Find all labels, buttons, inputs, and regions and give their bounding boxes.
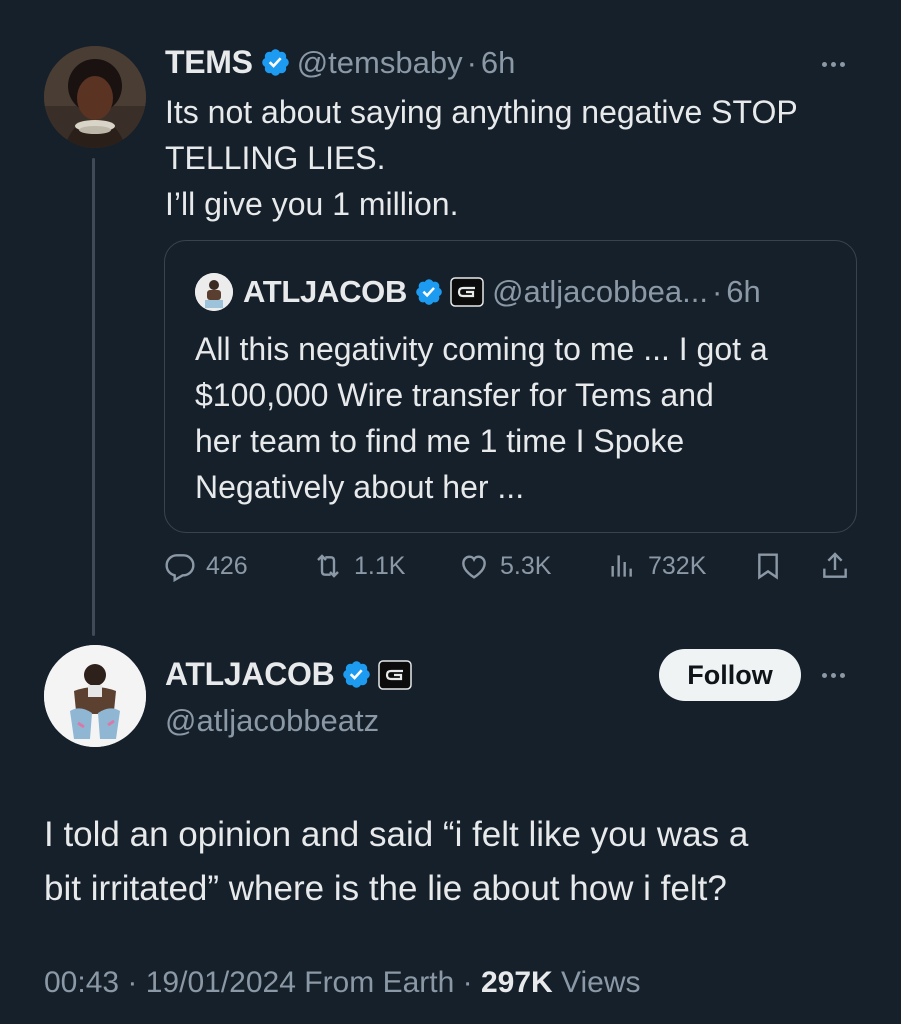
more-icon[interactable] <box>822 62 845 67</box>
quoted-tweet-card[interactable]: ATLJACOB @atljacobbea... · 6h All this n… <box>164 240 857 533</box>
bookmark-button[interactable] <box>752 550 784 582</box>
reply-count: 426 <box>206 551 248 580</box>
tweet-time[interactable]: 00:43 <box>44 966 119 999</box>
share-icon <box>823 552 847 578</box>
thread-connector-line <box>92 158 95 636</box>
tems-display-name[interactable]: TEMS <box>165 44 253 81</box>
g-badge-icon <box>378 659 413 690</box>
tems-tweet-text: Its not about saying anything negative S… <box>165 89 865 227</box>
atljacob-avatar[interactable] <box>44 645 146 747</box>
verified-badge-icon <box>343 661 371 688</box>
tweet-date[interactable]: 19/01/2024 <box>146 966 296 999</box>
tweet-text-line: bit irritated” where is the lie about ho… <box>44 869 727 908</box>
like-count: 5.3K <box>500 551 552 580</box>
share-button[interactable] <box>819 550 851 582</box>
bookmark-icon <box>758 553 778 580</box>
retweet-button[interactable]: 1.1K <box>312 550 405 582</box>
views-icon <box>611 555 632 577</box>
retweet-count: 1.1K <box>354 551 406 580</box>
tems-timestamp[interactable]: 6h <box>481 45 515 81</box>
reply-icon <box>165 554 195 582</box>
follow-button[interactable]: Follow <box>659 649 801 701</box>
tweet-text-line: $100,000 Wire transfer for Tems and <box>195 377 714 413</box>
tweet-text-line: Negatively about her ... <box>195 469 525 505</box>
quoted-handle: @atljacobbea... <box>492 274 708 309</box>
atljacob-tweet-text: I told an opinion and said “i felt like … <box>44 808 864 916</box>
separator-dot: · <box>711 274 723 309</box>
reply-button[interactable]: 426 <box>164 550 248 582</box>
tweet-source: From Earth <box>295 966 455 999</box>
tems-header: TEMS @temsbaby · 6h <box>165 44 515 81</box>
more-icon[interactable] <box>822 673 845 678</box>
separator-dot: · <box>119 966 146 999</box>
tweet-action-bar: 426 1.1K 5.3K 732K <box>164 550 864 594</box>
atljacob-small-avatar <box>195 273 233 311</box>
atljacob-header: ATLJACOB <box>165 656 420 693</box>
views-label: Views <box>552 966 641 999</box>
verified-badge-icon <box>261 49 289 76</box>
views-button[interactable]: 732K <box>606 550 706 582</box>
atljacob-handle[interactable]: @atljacobbeatz <box>165 703 379 739</box>
tweet-text-line: I told an opinion and said “i felt like … <box>44 815 749 854</box>
like-button[interactable]: 5.3K <box>458 550 551 582</box>
tems-avatar[interactable] <box>44 46 146 148</box>
tweet-footer-meta: 00:43 · 19/01/2024 From Earth · 297K Vie… <box>44 966 641 1000</box>
verified-badge-icon <box>416 279 442 305</box>
quoted-display-name: ATLJACOB <box>243 274 408 309</box>
atljacob-display-name[interactable]: ATLJACOB <box>165 656 335 693</box>
views-total[interactable]: 297K <box>481 966 553 999</box>
like-icon <box>462 555 486 579</box>
separator-dot: · <box>454 966 481 999</box>
tweet-thread-screen: TEMS @temsbaby · 6h Its not about saying… <box>0 0 901 1024</box>
quoted-tweet-text: All this negativity coming to me ... I g… <box>195 326 835 510</box>
quoted-timestamp: 6h <box>726 274 761 309</box>
tems-handle[interactable]: @temsbaby <box>297 45 463 81</box>
g-badge-icon <box>450 277 484 307</box>
retweet-icon <box>317 554 339 578</box>
separator-dot: · <box>466 44 477 80</box>
tweet-text-line: her team to find me 1 time I Spoke <box>195 423 685 459</box>
views-count: 732K <box>648 551 707 580</box>
tweet-text-line: All this negativity coming to me ... I g… <box>195 331 768 367</box>
tweet-text-line: I’ll give you 1 million. <box>165 186 459 222</box>
tweet-text-line: Its not about saying anything negative S… <box>165 94 798 130</box>
quoted-tweet-header: ATLJACOB @atljacobbea... · 6h <box>195 273 761 311</box>
tweet-text-line: TELLING LIES. <box>165 140 386 176</box>
